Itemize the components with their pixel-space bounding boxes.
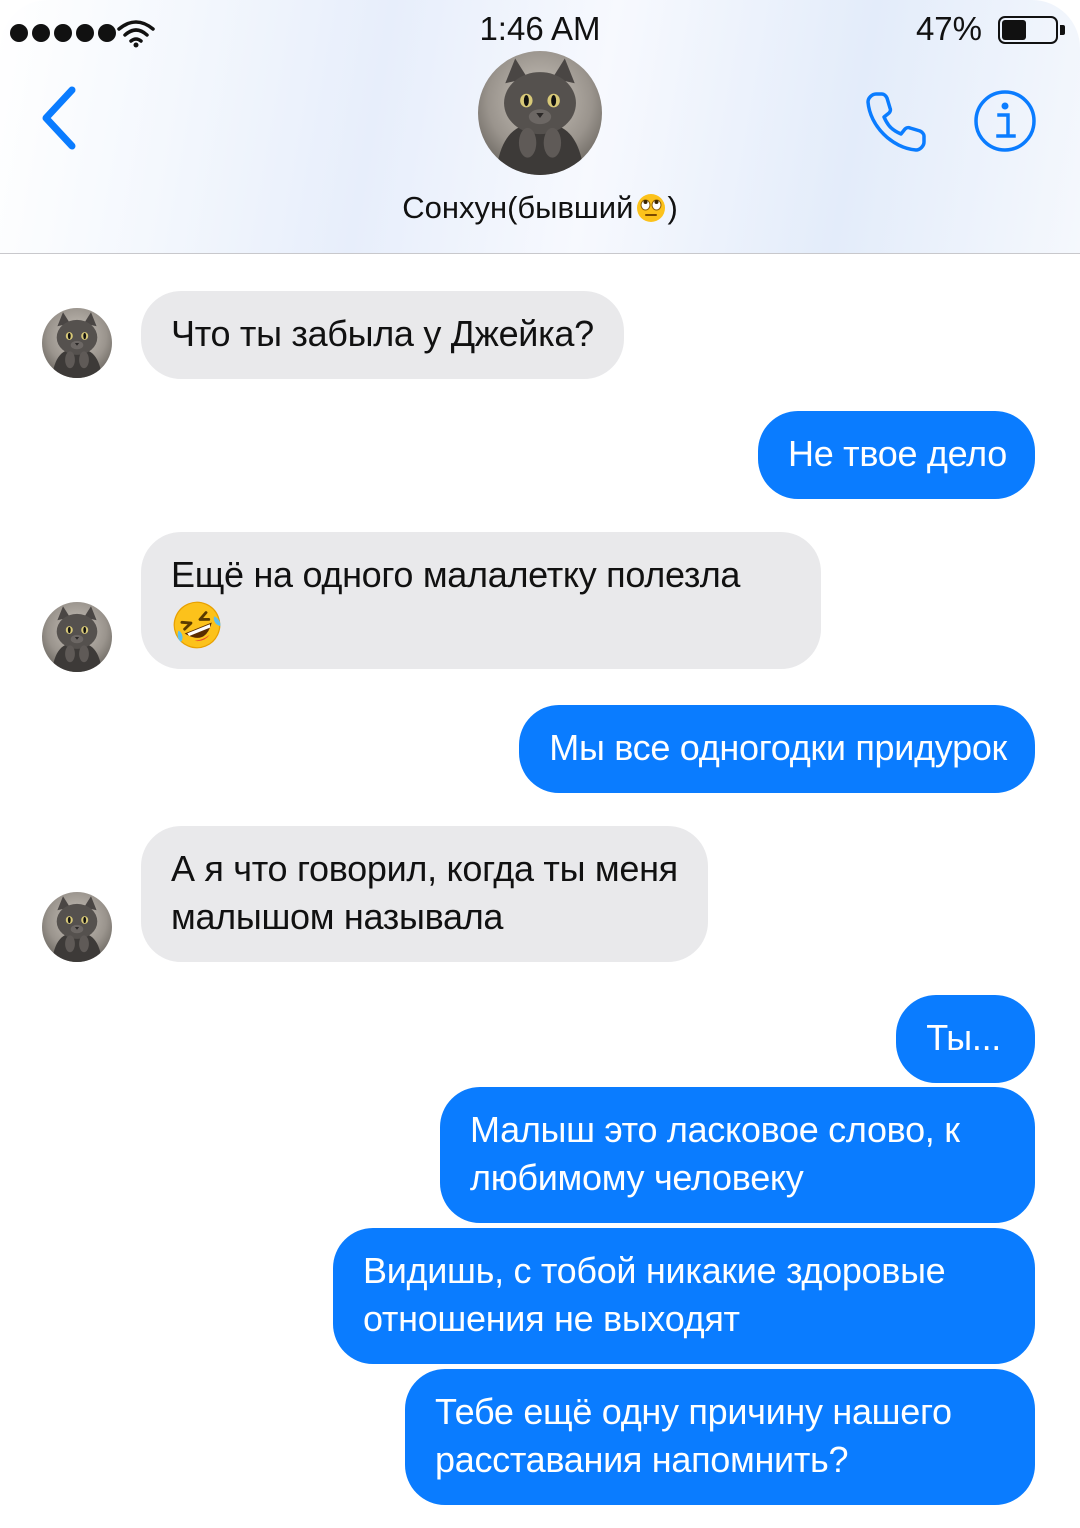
contact-name-suffix: ): [667, 190, 678, 225]
battery-tip: [1060, 25, 1065, 35]
message-line: малышом называла: [171, 896, 504, 937]
contact-name[interactable]: Сонхун(бывший ): [0, 190, 1080, 226]
incoming-message-bubble[interactable]: А я что говорил, когда ты меня малышом н…: [141, 826, 708, 962]
message-line: Видишь, с тобой никакие здоровые: [363, 1250, 946, 1291]
outgoing-message-bubble[interactable]: Видишь, с тобой никакие здоровые отношен…: [333, 1228, 1035, 1364]
message-line: расставания напомнить?: [435, 1439, 849, 1480]
message-text: Не твое дело: [788, 433, 1007, 474]
rolling-eyes-emoji-icon: [637, 194, 666, 222]
message-line: отношения не выходят: [363, 1298, 740, 1339]
outgoing-message-bubble[interactable]: Не твое дело: [758, 411, 1035, 499]
chat-header: 1:46 AM 47% Сонхун(бывший ): [0, 0, 1080, 254]
battery-percent: 47%: [915, 10, 982, 47]
message-text: Ты...: [926, 1017, 1001, 1058]
message-text: Что ты забыла у Джейка?: [171, 313, 594, 354]
battery-icon: [998, 16, 1058, 44]
incoming-message-bubble[interactable]: Ещё на одного малалетку полезла: [141, 532, 821, 669]
message-text: Мы все одногодки придурок: [549, 727, 1007, 768]
sender-avatar[interactable]: [42, 308, 112, 378]
incoming-message-bubble[interactable]: Что ты забыла у Джейка?: [141, 291, 624, 379]
outgoing-message-bubble[interactable]: Тебе ещё одну причину нашего расставания…: [405, 1369, 1035, 1505]
message-line: любимому человеку: [470, 1157, 804, 1198]
message-line: Тебе ещё одну причину нашего: [435, 1391, 952, 1432]
contact-name-text: Сонхун(бывший: [402, 190, 634, 225]
sender-avatar[interactable]: [42, 892, 112, 962]
rolling-on-floor-laughing-emoji-icon: [171, 599, 223, 651]
outgoing-message-bubble[interactable]: Мы все одногодки придурок: [519, 705, 1035, 793]
chevron-left-icon[interactable]: [32, 78, 92, 158]
message-line: Малыш это ласковое слово, к: [470, 1109, 960, 1150]
contact-avatar[interactable]: [478, 51, 602, 175]
outgoing-message-bubble[interactable]: Малыш это ласковое слово, к любимому чел…: [440, 1087, 1035, 1223]
outgoing-message-bubble[interactable]: Ты...: [896, 995, 1035, 1083]
phone-icon[interactable]: [862, 86, 932, 156]
message-line: А я что говорил, когда ты меня: [171, 848, 678, 889]
message-text: Ещё на одного малалетку полезла: [171, 554, 741, 595]
message-thread[interactable]: Что ты забыла у Джейка? Не твое дело Ещё…: [0, 255, 1080, 1528]
info-icon[interactable]: [972, 88, 1038, 154]
sender-avatar[interactable]: [42, 602, 112, 672]
